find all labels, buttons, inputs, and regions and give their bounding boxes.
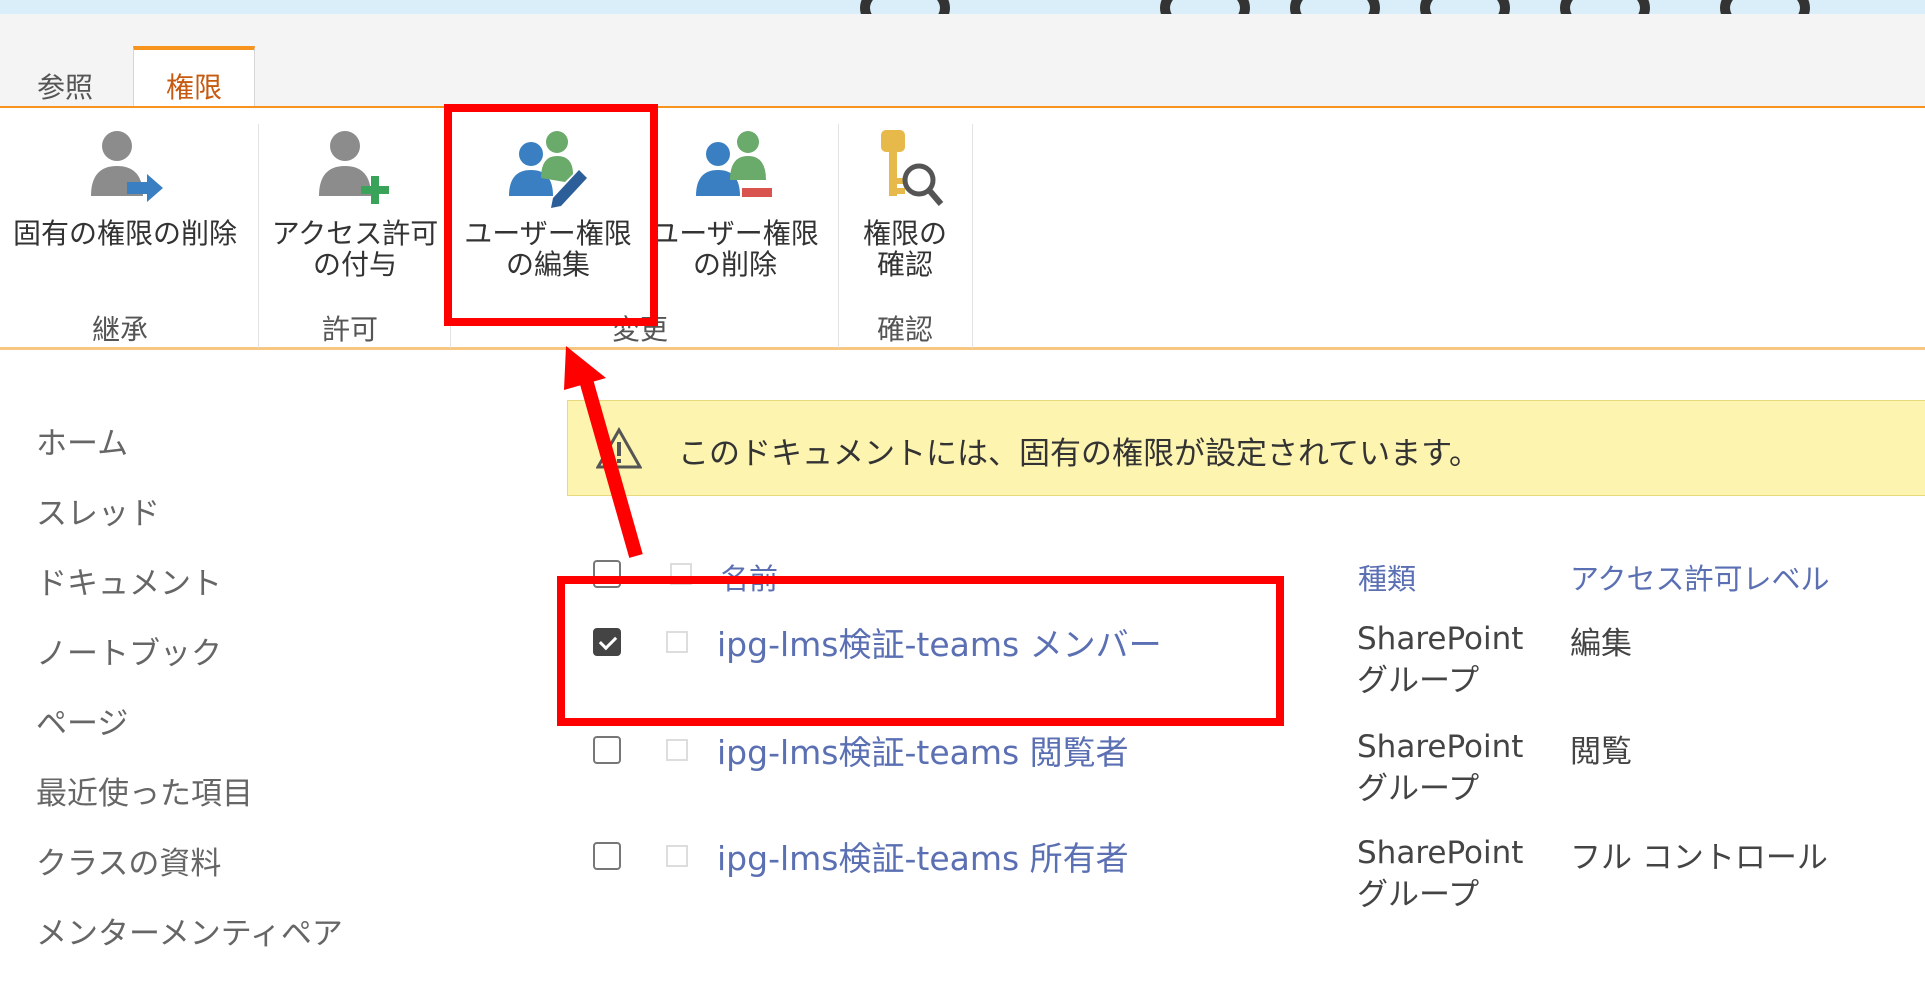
arrow-head-icon	[564, 346, 606, 390]
annotation-arrow	[564, 346, 643, 558]
